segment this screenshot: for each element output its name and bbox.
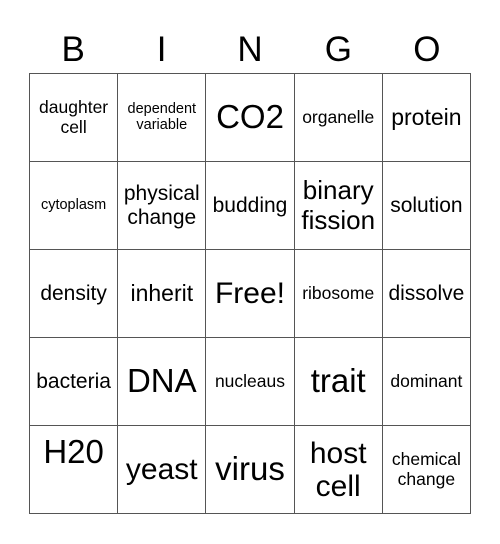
bingo-cell[interactable]: H20 bbox=[30, 426, 119, 514]
bingo-cell[interactable]: density bbox=[30, 250, 119, 338]
bingo-cell[interactable]: daughter cell bbox=[30, 74, 119, 162]
bingo-cell[interactable]: bacteria bbox=[30, 338, 119, 426]
bingo-cell[interactable]: chemical change bbox=[382, 426, 471, 514]
bingo-cell[interactable]: dependent variable bbox=[118, 74, 207, 162]
bingo-cell[interactable]: dissolve bbox=[382, 250, 471, 338]
bingo-cell[interactable]: ribosome bbox=[294, 250, 383, 338]
bingo-header: B I N G O bbox=[29, 28, 471, 72]
header-letter-i: I bbox=[156, 30, 167, 69]
bingo-cell[interactable]: protein bbox=[382, 74, 471, 162]
bingo-cell[interactable]: cytoplasm bbox=[30, 162, 119, 250]
bingo-cell[interactable]: organelle bbox=[294, 74, 383, 162]
bingo-cell[interactable]: yeast bbox=[118, 426, 207, 514]
bingo-cell[interactable]: CO2 bbox=[206, 74, 295, 162]
bingo-cell[interactable]: host cell bbox=[294, 426, 383, 514]
bingo-cell[interactable]: nucleaus bbox=[206, 338, 295, 426]
header-letter-b: B bbox=[61, 30, 85, 69]
free-space-cell[interactable]: Free! bbox=[206, 250, 295, 338]
bingo-cell[interactable]: dominant bbox=[382, 338, 471, 426]
bingo-cell[interactable]: trait bbox=[294, 338, 383, 426]
bingo-cell[interactable]: solution bbox=[382, 162, 471, 250]
header-letter-o: O bbox=[413, 30, 441, 69]
bingo-cell[interactable]: virus bbox=[206, 426, 295, 514]
header-letter-g: G bbox=[324, 30, 353, 69]
bingo-cell[interactable]: binary fission bbox=[294, 162, 383, 250]
bingo-cell[interactable]: inherit bbox=[118, 250, 207, 338]
bingo-cell[interactable]: physical change bbox=[118, 162, 207, 250]
header-letter-n: N bbox=[237, 30, 263, 69]
bingo-board: daughter cell dependent variable CO2 org… bbox=[29, 73, 471, 514]
bingo-cell[interactable]: DNA bbox=[118, 338, 207, 426]
bingo-cell[interactable]: budding bbox=[206, 162, 295, 250]
